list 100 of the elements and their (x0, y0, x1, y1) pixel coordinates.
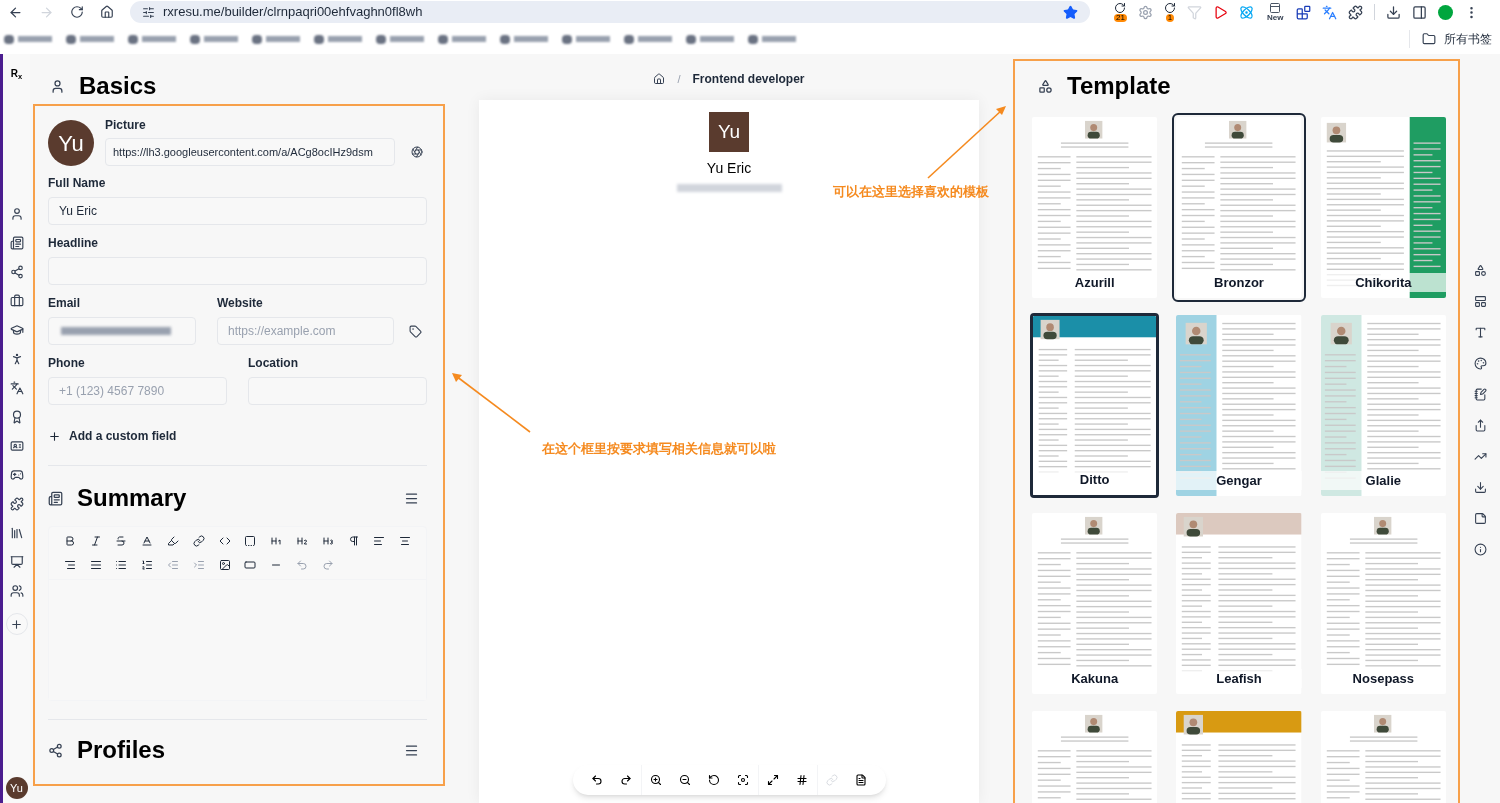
aperture-icon[interactable] (411, 146, 423, 158)
blurred-bookmark[interactable] (252, 34, 300, 44)
numbered-list-icon (141, 559, 154, 571)
blurred-bookmark[interactable] (438, 34, 486, 44)
blurred-bookmark[interactable] (686, 34, 734, 44)
blurred-bookmark[interactable] (748, 34, 796, 44)
layout-icon[interactable] (1473, 295, 1487, 308)
blurred-bookmark[interactable] (562, 34, 610, 44)
strikethrough-icon (115, 535, 128, 547)
window-icon[interactable] (1269, 2, 1282, 14)
newspaper-icon[interactable] (9, 236, 24, 250)
embed-icon (244, 559, 257, 571)
reload-icon[interactable] (70, 5, 84, 19)
back-icon[interactable] (8, 4, 23, 20)
gamepad-icon[interactable] (9, 468, 24, 482)
plus-icon (10, 617, 23, 631)
undo-icon (295, 559, 308, 571)
breadcrumb-item[interactable]: Frontend developer (692, 70, 805, 88)
notebook-icon[interactable] (1473, 388, 1487, 401)
italic-icon (89, 535, 102, 547)
id-card-icon[interactable] (9, 439, 24, 453)
blurred-bookmark[interactable] (376, 34, 424, 44)
blurred-bookmark[interactable] (624, 34, 672, 44)
add-custom-field-button[interactable]: Add a custom field (48, 427, 177, 445)
template-card[interactable]: Nosepass (1318, 511, 1448, 696)
gear-icon[interactable] (1137, 4, 1153, 20)
paragraph-icon (347, 535, 360, 547)
download-icon[interactable] (1473, 481, 1487, 494)
section-title: Template (1067, 74, 1171, 98)
home-icon[interactable] (653, 73, 666, 85)
palette-icon[interactable] (1473, 357, 1487, 370)
play-icon[interactable] (1212, 4, 1228, 20)
outdent-icon (167, 559, 180, 571)
presentation-icon[interactable] (9, 555, 24, 569)
section-title: Profiles (77, 738, 167, 762)
note-icon[interactable] (1473, 512, 1487, 525)
input-field[interactable]: https://example.com (217, 317, 394, 345)
picture-url-field[interactable]: https://lh3.googleusercontent.com/a/ACg8ocIHz9dsm (105, 138, 395, 166)
blurred-bookmark[interactable] (190, 34, 238, 44)
blurred-bookmark[interactable] (4, 34, 52, 44)
menu-icon[interactable] (404, 490, 419, 506)
code-icon (218, 535, 231, 547)
annotation-text: 在这个框里按要求填写相关信息就可以啦 (542, 440, 776, 458)
heading-3-icon (321, 535, 334, 547)
bold-icon (63, 535, 76, 547)
section-title: Basics (79, 74, 157, 98)
app-logo[interactable]: R$_{x}$ (10, 66, 23, 81)
blurred-bookmark[interactable] (500, 34, 548, 44)
input-field[interactable]: +1 (123) 4567 7890 (48, 377, 227, 405)
graduation-cap-icon[interactable] (9, 323, 24, 337)
profile-avatar[interactable] (1438, 4, 1454, 20)
translate-icon[interactable] (9, 381, 24, 395)
download-icon[interactable] (1386, 4, 1402, 20)
user-icon[interactable] (9, 207, 24, 221)
home-icon[interactable] (100, 5, 114, 19)
field-label: Picture (105, 117, 147, 134)
share-icon[interactable] (1473, 419, 1487, 432)
puzzle-icon[interactable] (9, 497, 24, 511)
tag-icon[interactable] (409, 324, 422, 338)
breadcrumb-separator: / (677, 71, 681, 87)
template-card[interactable]: Kakuna (1030, 511, 1160, 696)
library-icon[interactable] (9, 526, 24, 540)
briefcase-icon[interactable] (9, 294, 24, 308)
users-icon[interactable] (9, 584, 24, 598)
share-icon[interactable] (9, 265, 24, 279)
bookmarks-folder[interactable]: 所有书签 (1444, 30, 1492, 48)
template-card[interactable]: Gengar (1174, 313, 1304, 498)
site-settings-icon[interactable] (142, 5, 155, 19)
blurred-bookmark[interactable] (66, 34, 114, 44)
email-field[interactable] (48, 317, 196, 345)
template-card[interactable]: Bronzor (1174, 115, 1304, 300)
code-block-icon (244, 535, 257, 547)
blurred-bookmark[interactable] (314, 34, 362, 44)
type-icon[interactable] (1473, 326, 1487, 339)
blurred-bookmark[interactable] (128, 34, 176, 44)
align-justify-icon (89, 559, 102, 571)
template-card[interactable]: Azurill (1030, 115, 1160, 300)
user-avatar[interactable]: Yu (5, 777, 28, 799)
template-card[interactable]: Ditto (1030, 313, 1160, 498)
extension-badge: New (1264, 14, 1286, 22)
side-panel-icon[interactable] (1412, 4, 1428, 20)
field-label: Full Name (48, 175, 107, 192)
extension-badge: 1 (1165, 14, 1175, 22)
template-card[interactable]: Chikorita (1318, 115, 1448, 300)
menu-icon[interactable] (404, 742, 419, 758)
text-color-icon (141, 535, 154, 547)
profile-avatar: Yu (48, 120, 94, 166)
template-card[interactable]: Leafish (1174, 511, 1304, 696)
address-bar[interactable]: rxresu.me/builder/clrnpaqri00ehfvaghn0fl8wh (130, 1, 1090, 23)
align-right-icon (63, 559, 76, 571)
input-field[interactable]: Yu Eric (48, 197, 427, 225)
template-card[interactable]: Glalie (1318, 313, 1448, 498)
puzzle-icon[interactable] (1348, 4, 1364, 20)
atom-icon[interactable] (1238, 4, 1254, 20)
info-icon[interactable] (1473, 543, 1487, 556)
trending-up-icon[interactable] (1473, 450, 1487, 463)
share-icon (48, 742, 63, 758)
blocks-icon[interactable] (1296, 4, 1312, 20)
bookmark-star-icon[interactable] (1063, 4, 1078, 20)
shapes-icon[interactable] (1473, 264, 1487, 277)
